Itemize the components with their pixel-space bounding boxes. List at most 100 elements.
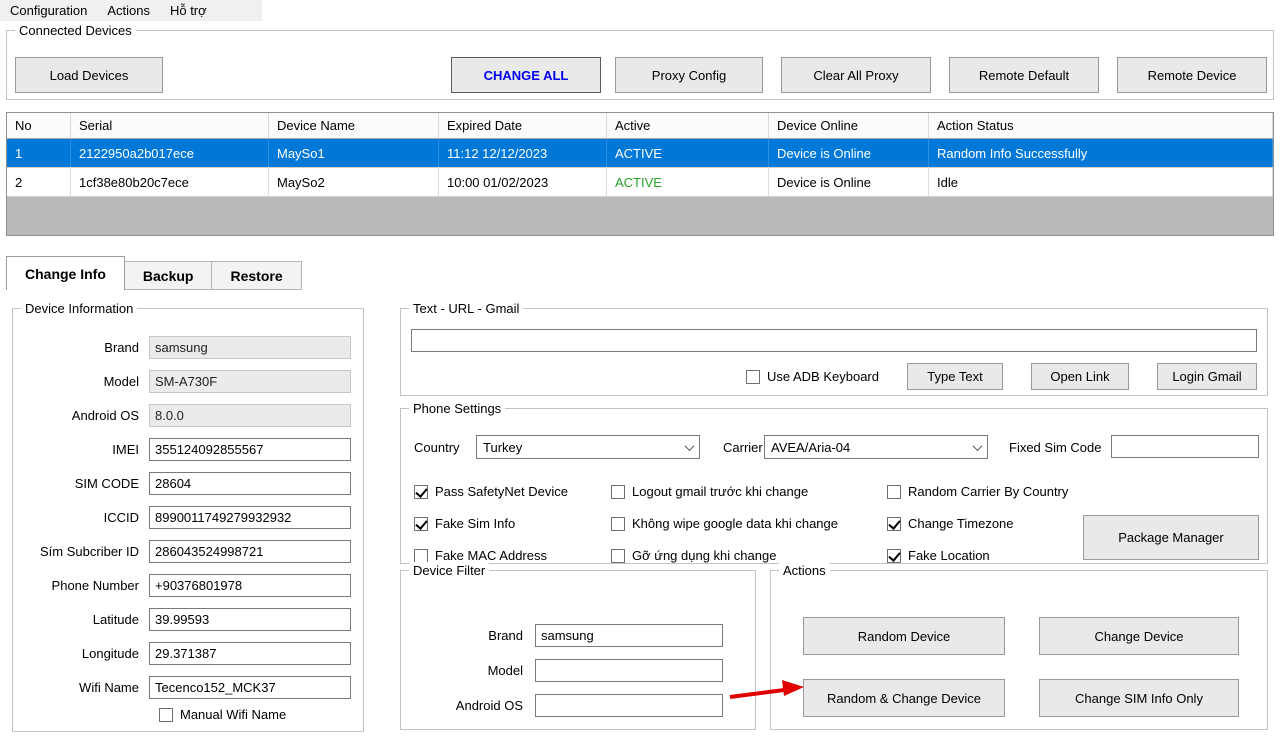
field-row-sim-subscriber-id: Sím Subcriber ID bbox=[21, 539, 359, 563]
menu-bar: Configuration Actions Hỗ trợ bbox=[0, 0, 262, 21]
load-devices-button[interactable]: Load Devices bbox=[15, 57, 163, 93]
tab-restore[interactable]: Restore bbox=[212, 261, 302, 290]
menu-item-actions[interactable]: Actions bbox=[97, 1, 160, 20]
col-header-no[interactable]: No bbox=[7, 113, 71, 138]
filter-model-input[interactable] bbox=[535, 658, 723, 682]
devices-table: No Serial Device Name Expired Date Activ… bbox=[6, 112, 1274, 236]
remote-default-button[interactable]: Remote Default bbox=[949, 57, 1099, 93]
checkbox-box bbox=[414, 548, 428, 563]
checkbox-label: Manual Wifi Name bbox=[180, 707, 287, 722]
login-gmail-button[interactable]: Login Gmail bbox=[1157, 363, 1257, 390]
cell-action-status: Idle bbox=[929, 168, 1273, 196]
open-link-button[interactable]: Open Link bbox=[1031, 363, 1129, 390]
col-header-serial[interactable]: Serial bbox=[71, 113, 269, 138]
checkbox-box bbox=[745, 369, 760, 384]
uninstall-apps-checkbox[interactable]: Gỡ ứng dụng khi change bbox=[611, 548, 776, 563]
table-header-row: No Serial Device Name Expired Date Activ… bbox=[7, 113, 1273, 139]
sim-subscriber-id-label: Sím Subcriber ID bbox=[40, 543, 139, 559]
tab-backup[interactable]: Backup bbox=[124, 261, 213, 290]
field-row-longitude: Longitude bbox=[21, 641, 359, 665]
chevron-down-icon bbox=[967, 436, 987, 458]
model-label: Model bbox=[103, 373, 139, 389]
pass-safetynet-checkbox[interactable]: Pass SafetyNet Device bbox=[414, 484, 568, 499]
checkbox-box bbox=[887, 516, 901, 531]
cell-active-status: ACTIVE bbox=[607, 139, 769, 167]
proxy-config-button[interactable]: Proxy Config bbox=[615, 57, 763, 93]
fake-location-checkbox[interactable]: Fake Location bbox=[887, 548, 990, 563]
menu-item-support[interactable]: Hỗ trợ bbox=[160, 1, 217, 20]
longitude-label: Longitude bbox=[81, 645, 139, 661]
country-select[interactable]: Turkey bbox=[476, 435, 700, 459]
col-header-action-status[interactable]: Action Status bbox=[929, 113, 1273, 138]
type-text-button[interactable]: Type Text bbox=[907, 363, 1003, 390]
field-row-phone-number: Phone Number bbox=[21, 573, 359, 597]
col-header-device-online[interactable]: Device Online bbox=[769, 113, 929, 138]
change-all-button[interactable]: CHANGE ALL bbox=[451, 57, 601, 93]
sim-code-label: SIM CODE bbox=[74, 475, 139, 491]
fixed-sim-code-input[interactable] bbox=[1111, 435, 1259, 458]
cell-active-status: ACTIVE bbox=[607, 168, 769, 196]
filter-android-os-input[interactable] bbox=[535, 693, 723, 717]
wifi-name-label: Wifi Name bbox=[79, 679, 139, 695]
checkbox-label: Pass SafetyNet Device bbox=[435, 484, 568, 499]
random-change-device-button[interactable]: Random & Change Device bbox=[803, 679, 1005, 717]
country-label: Country bbox=[414, 440, 460, 455]
imei-field[interactable] bbox=[149, 437, 351, 461]
fixed-sim-code-label: Fixed Sim Code bbox=[1009, 440, 1102, 455]
field-row-model: Model bbox=[21, 369, 359, 393]
checkbox-label: Use ADB Keyboard bbox=[766, 369, 879, 384]
field-row-latitude: Latitude bbox=[21, 607, 359, 631]
cell-no: 2 bbox=[7, 168, 71, 196]
fake-mac-address-checkbox[interactable]: Fake MAC Address bbox=[414, 548, 547, 563]
latitude-field[interactable] bbox=[149, 607, 351, 631]
filter-model-label: Model bbox=[487, 662, 523, 678]
random-device-button[interactable]: Random Device bbox=[803, 617, 1005, 655]
sim-subscriber-id-field[interactable] bbox=[149, 539, 351, 563]
field-row-brand: Brand bbox=[21, 335, 359, 359]
change-device-button[interactable]: Change Device bbox=[1039, 617, 1239, 655]
text-url-input[interactable] bbox=[411, 329, 1257, 352]
change-timezone-checkbox[interactable]: Change Timezone bbox=[887, 516, 1014, 531]
col-header-expired-date[interactable]: Expired Date bbox=[439, 113, 607, 138]
filter-row-android-os: Android OS bbox=[409, 693, 739, 717]
imei-label: IMEI bbox=[112, 441, 139, 457]
checkbox-label: Fake Sim Info bbox=[435, 516, 516, 531]
change-sim-info-only-button[interactable]: Change SIM Info Only bbox=[1039, 679, 1239, 717]
text-url-actions-row: Use ADB Keyboard Type Text Open Link Log… bbox=[745, 363, 1257, 390]
use-adb-keyboard-checkbox[interactable]: Use ADB Keyboard bbox=[745, 369, 879, 384]
wifi-name-field[interactable] bbox=[149, 675, 351, 699]
checkbox-box bbox=[611, 484, 625, 499]
cell-expired-date: 11:12 12/12/2023 bbox=[439, 139, 607, 167]
remote-device-button[interactable]: Remote Device bbox=[1117, 57, 1267, 93]
package-manager-button[interactable]: Package Manager bbox=[1083, 515, 1259, 560]
checkbox-box bbox=[414, 516, 428, 531]
phone-number-field[interactable] bbox=[149, 573, 351, 597]
field-row-sim-code: SIM CODE bbox=[21, 471, 359, 495]
device-row-2[interactable]: 2 1cf38e80b20c7ece MaySo2 10:00 01/02/20… bbox=[7, 168, 1273, 197]
tab-change-info[interactable]: Change Info bbox=[6, 256, 125, 290]
logout-gmail-checkbox[interactable]: Logout gmail trước khi change bbox=[611, 484, 808, 499]
device-row-1[interactable]: 1 2122950a2b017ece MaySo1 11:12 12/12/20… bbox=[7, 139, 1273, 168]
longitude-field[interactable] bbox=[149, 641, 351, 665]
random-carrier-checkbox[interactable]: Random Carrier By Country bbox=[887, 484, 1068, 499]
filter-row-model: Model bbox=[409, 658, 739, 682]
no-wipe-google-data-checkbox[interactable]: Không wipe google data khi change bbox=[611, 516, 838, 531]
clear-all-proxy-button[interactable]: Clear All Proxy bbox=[781, 57, 931, 93]
checkbox-label: Fake MAC Address bbox=[435, 548, 547, 563]
text-url-gmail-group: Text - URL - Gmail Use ADB Keyboard Type… bbox=[400, 300, 1268, 396]
manual-wifi-name-checkbox[interactable]: Manual Wifi Name bbox=[159, 707, 286, 722]
checkbox-box bbox=[887, 548, 901, 563]
col-header-active[interactable]: Active bbox=[607, 113, 769, 138]
checkbox-label: Change Timezone bbox=[908, 516, 1014, 531]
fake-sim-info-checkbox[interactable]: Fake Sim Info bbox=[414, 516, 515, 531]
col-header-device-name[interactable]: Device Name bbox=[269, 113, 439, 138]
filter-brand-input[interactable] bbox=[535, 623, 723, 647]
device-filter-group: Device Filter Brand Model Android OS bbox=[400, 562, 756, 730]
field-row-iccid: ICCID bbox=[21, 505, 359, 529]
iccid-field[interactable] bbox=[149, 505, 351, 529]
cell-device-name: MaySo2 bbox=[269, 168, 439, 196]
carrier-select[interactable]: AVEA/Aria-04 bbox=[764, 435, 988, 459]
menu-item-configuration[interactable]: Configuration bbox=[0, 1, 97, 20]
brand-field bbox=[149, 335, 351, 359]
sim-code-field[interactable] bbox=[149, 471, 351, 495]
